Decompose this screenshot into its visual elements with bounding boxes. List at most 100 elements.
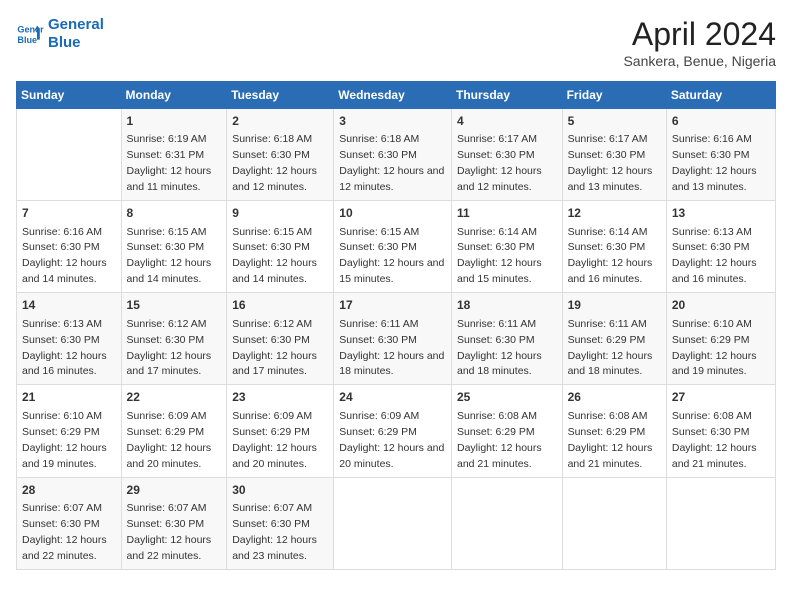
calendar-cell: 21Sunrise: 6:10 AMSunset: 6:29 PMDayligh… (17, 385, 122, 477)
day-info: Sunrise: 6:13 AMSunset: 6:30 PMDaylight:… (672, 226, 757, 286)
calendar-cell: 24 Sunrise: 6:09 AMSunset: 6:29 PMDayligh… (334, 385, 452, 477)
day-number: 24 (339, 389, 446, 406)
calendar-cell: 19Sunrise: 6:11 AMSunset: 6:29 PMDayligh… (562, 293, 666, 385)
day-number: 1 (127, 113, 222, 130)
day-info: Sunrise: 6:12 AMSunset: 6:30 PMDaylight:… (232, 318, 317, 378)
day-number: 28 (22, 482, 116, 499)
day-info: Sunrise: 6:08 AMSunset: 6:29 PMDaylight:… (457, 410, 542, 470)
day-info: Sunrise: 6:17 AMSunset: 6:30 PMDaylight:… (568, 133, 653, 193)
page-header: General Blue General Blue April 2024 San… (16, 16, 776, 69)
day-info: Sunrise: 6:11 AMSunset: 6:30 PMDaylight:… (339, 318, 444, 378)
svg-text:General: General (17, 25, 44, 35)
day-info: Sunrise: 6:15 AMSunset: 6:30 PMDaylight:… (127, 226, 212, 286)
title-block: April 2024 Sankera, Benue, Nigeria (623, 16, 776, 69)
day-info: Sunrise: 6:14 AMSunset: 6:30 PMDaylight:… (457, 226, 542, 286)
calendar-cell: 1 Sunrise: 6:19 AMSunset: 6:31 PMDaylight… (121, 109, 227, 201)
calendar-cell: 22 Sunrise: 6:09 AMSunset: 6:29 PMDayligh… (121, 385, 227, 477)
day-number: 30 (232, 482, 328, 499)
day-info: Sunrise: 6:09 AMSunset: 6:29 PMDaylight:… (127, 410, 212, 470)
calendar-table: SundayMondayTuesdayWednesdayThursdayFrid… (16, 81, 776, 570)
day-info: Sunrise: 6:07 AMSunset: 6:30 PMDaylight:… (127, 502, 212, 562)
day-number: 23 (232, 389, 328, 406)
day-info: Sunrise: 6:16 AMSunset: 6:30 PMDaylight:… (672, 133, 757, 193)
day-info: Sunrise: 6:11 AMSunset: 6:30 PMDaylight:… (457, 318, 542, 378)
day-info: Sunrise: 6:15 AMSunset: 6:30 PMDaylight:… (232, 226, 317, 286)
logo: General Blue General Blue (16, 16, 104, 52)
calendar-cell: 11 Sunrise: 6:14 AMSunset: 6:30 PMDayligh… (451, 201, 562, 293)
day-number: 12 (568, 205, 661, 222)
col-header-saturday: Saturday (666, 82, 775, 109)
day-info: Sunrise: 6:13 AMSunset: 6:30 PMDaylight:… (22, 318, 107, 378)
calendar-cell: 13 Sunrise: 6:13 AMSunset: 6:30 PMDayligh… (666, 201, 775, 293)
day-number: 5 (568, 113, 661, 130)
calendar-cell: 15 Sunrise: 6:12 AMSunset: 6:30 PMDayligh… (121, 293, 227, 385)
day-info: Sunrise: 6:17 AMSunset: 6:30 PMDaylight:… (457, 133, 542, 193)
day-number: 13 (672, 205, 770, 222)
day-number: 7 (22, 205, 116, 222)
day-info: Sunrise: 6:07 AMSunset: 6:30 PMDaylight:… (232, 502, 317, 562)
svg-text:Blue: Blue (17, 35, 37, 45)
day-info: Sunrise: 6:15 AMSunset: 6:30 PMDaylight:… (339, 226, 444, 286)
day-info: Sunrise: 6:09 AMSunset: 6:29 PMDaylight:… (339, 410, 444, 470)
calendar-cell (562, 477, 666, 569)
day-number: 6 (672, 113, 770, 130)
calendar-cell: 3Sunrise: 6:18 AMSunset: 6:30 PMDaylight… (334, 109, 452, 201)
calendar-cell (451, 477, 562, 569)
calendar-cell: 5 Sunrise: 6:17 AMSunset: 6:30 PMDaylight… (562, 109, 666, 201)
day-info: Sunrise: 6:09 AMSunset: 6:29 PMDaylight:… (232, 410, 317, 470)
day-number: 27 (672, 389, 770, 406)
day-number: 14 (22, 297, 116, 314)
day-info: Sunrise: 6:08 AMSunset: 6:30 PMDaylight:… (672, 410, 757, 470)
day-number: 26 (568, 389, 661, 406)
day-number: 15 (127, 297, 222, 314)
calendar-cell: 2 Sunrise: 6:18 AMSunset: 6:30 PMDaylight… (227, 109, 334, 201)
col-header-tuesday: Tuesday (227, 82, 334, 109)
calendar-cell: 29Sunrise: 6:07 AMSunset: 6:30 PMDayligh… (121, 477, 227, 569)
calendar-cell: 8 Sunrise: 6:15 AMSunset: 6:30 PMDaylight… (121, 201, 227, 293)
day-info: Sunrise: 6:19 AMSunset: 6:31 PMDaylight:… (127, 133, 212, 193)
day-number: 4 (457, 113, 557, 130)
day-info: Sunrise: 6:16 AMSunset: 6:30 PMDaylight:… (22, 226, 107, 286)
day-info: Sunrise: 6:14 AMSunset: 6:30 PMDaylight:… (568, 226, 653, 286)
col-header-wednesday: Wednesday (334, 82, 452, 109)
calendar-cell: 26 Sunrise: 6:08 AMSunset: 6:29 PMDayligh… (562, 385, 666, 477)
calendar-cell (334, 477, 452, 569)
day-info: Sunrise: 6:08 AMSunset: 6:29 PMDaylight:… (568, 410, 653, 470)
calendar-cell: 14 Sunrise: 6:13 AMSunset: 6:30 PMDayligh… (17, 293, 122, 385)
day-number: 8 (127, 205, 222, 222)
day-number: 25 (457, 389, 557, 406)
calendar-cell: 12 Sunrise: 6:14 AMSunset: 6:30 PMDayligh… (562, 201, 666, 293)
logo-text: General Blue (48, 16, 104, 52)
day-info: Sunrise: 6:12 AMSunset: 6:30 PMDaylight:… (127, 318, 212, 378)
calendar-cell: 4 Sunrise: 6:17 AMSunset: 6:30 PMDaylight… (451, 109, 562, 201)
calendar-cell: 28 Sunrise: 6:07 AMSunset: 6:30 PMDayligh… (17, 477, 122, 569)
calendar-cell: 20 Sunrise: 6:10 AMSunset: 6:29 PMDayligh… (666, 293, 775, 385)
day-number: 3 (339, 113, 446, 130)
location-subtitle: Sankera, Benue, Nigeria (623, 53, 776, 69)
col-header-sunday: Sunday (17, 82, 122, 109)
day-number: 21 (22, 389, 116, 406)
calendar-cell: 16 Sunrise: 6:12 AMSunset: 6:30 PMDayligh… (227, 293, 334, 385)
calendar-cell: 6 Sunrise: 6:16 AMSunset: 6:30 PMDaylight… (666, 109, 775, 201)
calendar-cell: 27 Sunrise: 6:08 AMSunset: 6:30 PMDayligh… (666, 385, 775, 477)
calendar-cell: 9Sunrise: 6:15 AMSunset: 6:30 PMDaylight… (227, 201, 334, 293)
col-header-friday: Friday (562, 82, 666, 109)
day-number: 2 (232, 113, 328, 130)
col-header-monday: Monday (121, 82, 227, 109)
day-info: Sunrise: 6:07 AMSunset: 6:30 PMDaylight:… (22, 502, 107, 562)
day-number: 22 (127, 389, 222, 406)
day-number: 20 (672, 297, 770, 314)
day-number: 17 (339, 297, 446, 314)
day-info: Sunrise: 6:18 AMSunset: 6:30 PMDaylight:… (232, 133, 317, 193)
calendar-cell: 10Sunrise: 6:15 AMSunset: 6:30 PMDayligh… (334, 201, 452, 293)
calendar-cell: 17 Sunrise: 6:11 AMSunset: 6:30 PMDayligh… (334, 293, 452, 385)
calendar-cell (666, 477, 775, 569)
calendar-cell: 7 Sunrise: 6:16 AMSunset: 6:30 PMDaylight… (17, 201, 122, 293)
day-number: 11 (457, 205, 557, 222)
col-header-thursday: Thursday (451, 82, 562, 109)
day-info: Sunrise: 6:10 AMSunset: 6:29 PMDaylight:… (672, 318, 757, 378)
calendar-cell: 23 Sunrise: 6:09 AMSunset: 6:29 PMDayligh… (227, 385, 334, 477)
month-title: April 2024 (623, 16, 776, 53)
day-number: 18 (457, 297, 557, 314)
day-number: 16 (232, 297, 328, 314)
